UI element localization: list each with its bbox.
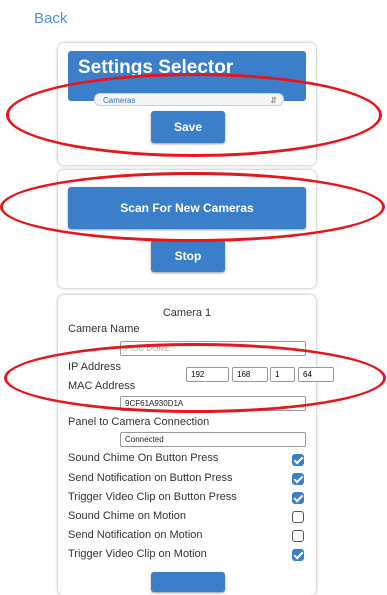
camera-title: Camera 1: [162, 307, 212, 319]
annotation-oval-scan-button: [0, 172, 385, 242]
option-label-video-clip-button: Trigger Video Clip on Button Press: [68, 491, 237, 503]
option-label-notification-motion: Send Notification on Motion: [68, 529, 203, 541]
connection-label: Panel to Camera Connection: [68, 416, 210, 428]
checkbox-notification-motion[interactable]: [292, 530, 304, 542]
option-label-notification-button: Send Notification on Button Press: [68, 472, 233, 484]
stop-button[interactable]: Stop: [151, 240, 225, 272]
checkbox-sound-chime-motion[interactable]: [292, 511, 304, 523]
annotation-oval-settings-select: [6, 73, 382, 157]
connection-status-field: Connected: [120, 432, 306, 447]
annotation-oval-ip-address: [4, 343, 386, 413]
checkbox-notification-button[interactable]: [292, 473, 304, 485]
camera-name-label: Camera Name: [68, 323, 140, 335]
checkbox-sound-chime-button[interactable]: [292, 454, 304, 466]
camera-save-button[interactable]: [151, 572, 225, 592]
back-link[interactable]: Back: [34, 10, 67, 27]
option-label-sound-chime-motion: Sound Chime on Motion: [68, 510, 187, 522]
option-label-video-clip-motion: Trigger Video Clip on Motion: [68, 548, 207, 560]
option-label-sound-chime-button: Sound Chime On Button Press: [68, 452, 219, 464]
checkbox-video-clip-motion[interactable]: [292, 549, 304, 561]
checkbox-video-clip-button[interactable]: [292, 492, 304, 504]
